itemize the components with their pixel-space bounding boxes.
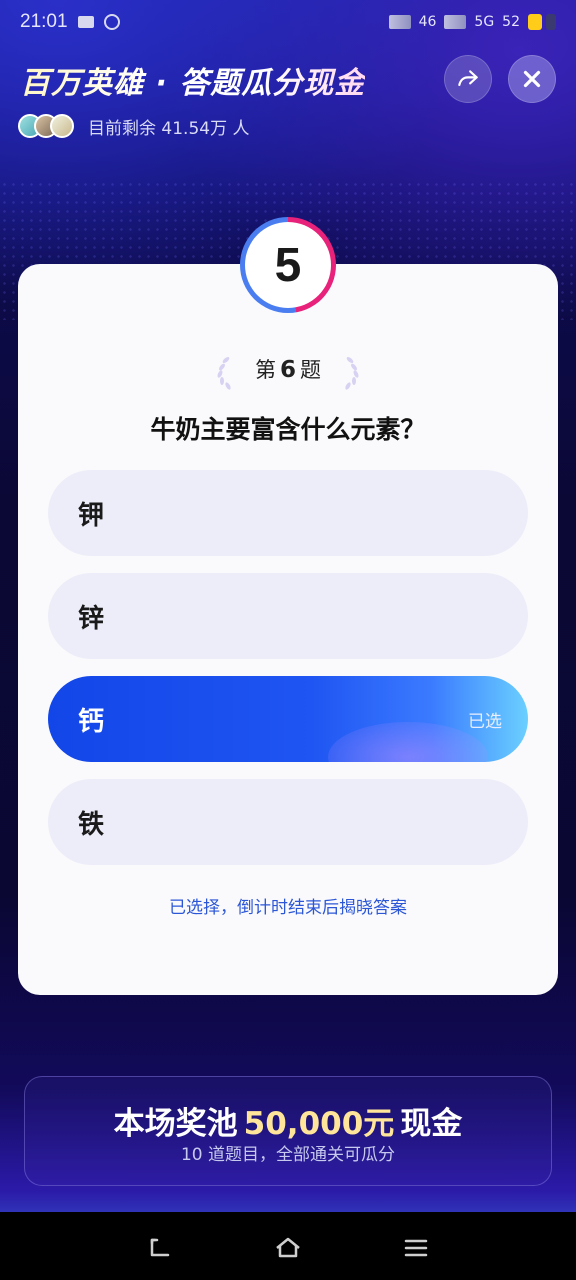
answer-option-3-selected[interactable]: 钙 已选	[48, 676, 528, 762]
share-button[interactable]	[444, 55, 492, 103]
remaining-count: 目前剩余 41.54万 人	[88, 118, 250, 139]
camera-icon	[77, 16, 94, 28]
answer-option-label: 锌	[78, 603, 105, 634]
system-nav-bar	[0, 1212, 576, 1280]
prize-pool-prefix: 本场奖池	[113, 1106, 238, 1142]
question-number-value: 6	[279, 357, 296, 383]
network2-label: 5G	[474, 14, 495, 30]
question-number-prefix: 第	[254, 358, 276, 382]
back-icon	[150, 1238, 170, 1257]
home-button[interactable]	[270, 1230, 306, 1266]
app-status-icon	[103, 14, 120, 30]
back-button[interactable]	[142, 1230, 178, 1266]
remaining-players: 目前剩余 41.54万 人	[18, 112, 249, 140]
status-right: 46 5G 52	[388, 14, 556, 30]
answer-hint: 已选择，倒计时结束后揭晓答案	[169, 898, 407, 918]
prize-pool-subtitle: 10 道题目，全部通关可瓜分	[180, 1145, 396, 1165]
question-number: 第6题	[0, 354, 576, 384]
close-button[interactable]	[508, 55, 556, 103]
selected-tag: 已选	[468, 711, 502, 732]
answer-option-4[interactable]: 铁	[48, 779, 528, 865]
answer-option-2[interactable]: 锌	[48, 573, 528, 659]
answer-option-label: 钙	[78, 706, 105, 737]
battery-text: 52	[502, 14, 520, 30]
answer-option-label: 铁	[78, 809, 105, 840]
close-icon	[523, 70, 541, 88]
answer-option-1[interactable]: 钾	[48, 470, 528, 556]
question-text: 牛奶主要富含什么元素？	[150, 415, 426, 444]
signal-icon	[444, 15, 467, 29]
prize-pool-title: 本场奖池 50,000元 现金	[0, 1098, 576, 1143]
home-icon	[276, 1237, 300, 1258]
prize-pool-amount: 50,000元	[243, 1106, 395, 1142]
prize-pool-suffix: 现金	[400, 1106, 463, 1142]
battery-icon	[528, 14, 556, 30]
avatar-group	[18, 114, 74, 138]
menu-button[interactable]	[398, 1230, 434, 1266]
share-icon	[458, 70, 478, 87]
question-number-suffix: 题	[300, 358, 321, 382]
countdown-timer: 5	[240, 217, 336, 313]
countdown-number: 5	[274, 238, 302, 292]
page-title: 百万英雄 · 答题瓜分现金	[20, 58, 365, 102]
status-bar: 21:01 46 5G 52	[0, 0, 576, 44]
network-label: 46	[418, 14, 437, 30]
menu-icon	[404, 1239, 428, 1257]
hd-icon	[388, 15, 411, 29]
avatar	[50, 114, 74, 138]
status-time: 21:01	[20, 11, 68, 32]
answer-option-label: 钾	[78, 500, 105, 531]
